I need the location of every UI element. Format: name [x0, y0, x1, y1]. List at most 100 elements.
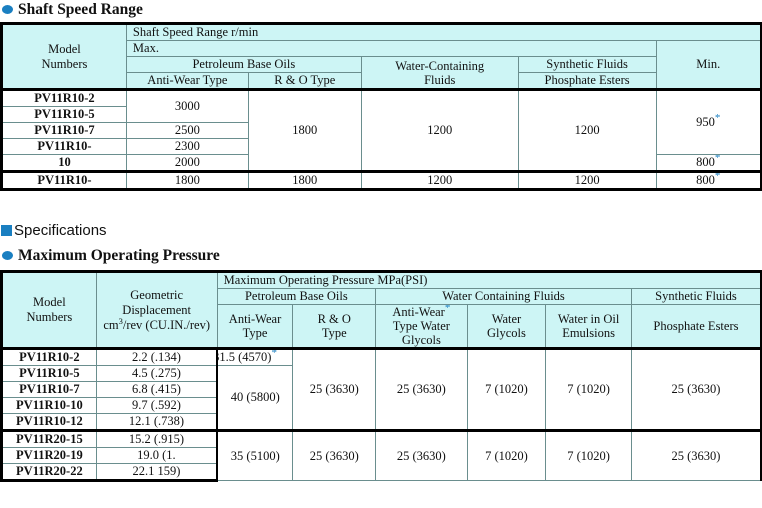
header-r-and-o-type: R & O Type — [247, 72, 362, 90]
cell-aw-water-glycols: 25 (3630) — [375, 347, 468, 431]
cell-model: PV11R20-19 — [0, 447, 97, 464]
cell-model: PV11R10-5 — [0, 106, 127, 123]
r-and-o-type-line1: R & O — [317, 312, 351, 326]
aw-water-glycols-line2: Type Water — [392, 319, 450, 333]
header-phosphate-esters: Phosphate Esters — [630, 304, 762, 349]
maximum-operating-pressure-table: Model Numbers Geometric Displacement cm3… — [0, 270, 762, 482]
model-numbers-line1: Model — [33, 295, 66, 309]
header-model-numbers: Model Numbers — [0, 22, 127, 90]
header-model-numbers: Model Numbers — [0, 270, 97, 349]
asterisk-mark-icon: * — [714, 171, 721, 182]
oval-bullet-icon — [2, 251, 13, 261]
cell-water-glycols: 7 (1020) — [466, 347, 547, 431]
table-row: PV11R10-2 3000 1800 1200 1200 950* — [0, 88, 762, 172]
section-heading-maximum-operating-pressure: Maximum Operating Pressure — [2, 248, 220, 264]
cell-model: PV11R20-15 — [0, 429, 97, 448]
cell-synthetic: 1200 — [517, 170, 657, 191]
cell-min-value: 950 — [696, 115, 715, 129]
cell-phosphate-esters: 25 (3630) — [630, 347, 762, 431]
header-geometric-displacement: Geometric Displacement cm3/rev (CU.IN./r… — [95, 270, 218, 349]
header-synthetic-fluids: Synthetic Fluids — [630, 288, 762, 305]
asterisk-mark-icon: * — [271, 348, 277, 359]
water-in-oil-line2: Emulsions — [562, 326, 615, 340]
cell-water-in-oil: 7 (1020) — [545, 347, 632, 431]
water-in-oil-line1: Water in Oil — [557, 312, 620, 326]
aw-water-glycols-line1-text: Anti-Wear — [392, 305, 445, 320]
cell-anti-wear: 2300 — [125, 138, 249, 155]
asterisk-mark-icon: * — [714, 154, 721, 164]
anti-wear-type-line1: Anti-Wear — [228, 312, 282, 326]
cell-anti-wear: 40 (5800) — [216, 365, 294, 431]
table-row: PV11R20-15 15.2 (.915) 35 (5100) 25 (363… — [0, 429, 762, 481]
cell-model: PV11R10-5 — [0, 365, 97, 382]
header-anti-wear-type-water-glycols: Anti-Wear* Type Water Glycols — [375, 304, 468, 349]
geometric-displacement-line2: Displacement — [122, 302, 192, 317]
header-water-glycols: Water Glycols — [466, 304, 547, 349]
model-numbers-line1: Model — [48, 41, 81, 56]
cell-displacement: 4.5 (.275) — [95, 365, 219, 382]
section-heading-label: Specifications — [14, 222, 107, 239]
cell-displacement: 6.8 (.415) — [95, 381, 219, 398]
cell-min-value: 800 — [696, 155, 715, 170]
water-containing-fluids-line2: Fluids — [424, 72, 456, 87]
cell-anti-wear-value: 31.5 (4570) — [217, 350, 272, 365]
cell-displacement: 9.7 (.592) — [95, 397, 219, 414]
cell-anti-wear: 1800 — [125, 170, 249, 191]
asterisk-mark-icon: * — [714, 111, 721, 124]
section-heading-label: Shaft Speed Range — [18, 1, 143, 18]
header-petroleum-base-oils: Petroleum Base Oils — [125, 56, 362, 73]
geometric-displacement-line1: Geometric — [130, 287, 184, 302]
shaft-speed-range-table-body: PV11R10-2 3000 1800 1200 1200 950* PV11R… — [0, 88, 762, 191]
cell-aw-water-glycols: 25 (3630) — [375, 429, 468, 481]
cell-synthetic: 1200 — [517, 88, 657, 172]
unit-cm: cm — [103, 317, 119, 332]
cell-anti-wear: 31.5 (4570)* — [216, 347, 294, 366]
cell-r-and-o: 1800 — [247, 88, 362, 172]
cell-water-in-oil: 7 (1020) — [545, 429, 632, 481]
cell-model: PV11R10-7 — [0, 381, 97, 398]
asterisk-mark-icon: * — [444, 304, 451, 314]
cell-min: 950* — [655, 88, 762, 155]
cell-model: PV11R10-12 — [0, 413, 97, 431]
header-petroleum-base-oils: Petroleum Base Oils — [216, 288, 377, 305]
cell-displacement: 22.1 159) — [95, 463, 219, 482]
cell-r-and-o: 1800 — [247, 170, 362, 191]
header-water-containing-fluids: Water Containing Fluids — [375, 288, 632, 305]
section-heading-label: Maximum Operating Pressure — [18, 247, 220, 264]
cell-water-containing: 1200 — [360, 170, 519, 191]
header-min: Min. — [655, 40, 762, 90]
cell-model: 10 — [0, 154, 127, 172]
shaft-speed-range-table: Model Numbers Shaft Speed Range r/min Ma… — [0, 22, 762, 191]
page-root: Shaft Speed Range Model Numbers Shaft Sp… — [0, 0, 762, 508]
cell-displacement: 15.2 (.915) — [95, 429, 219, 448]
header-max-operating-pressure-spanner: Maximum Operating Pressure MPa(PSI) — [216, 270, 762, 289]
table-row: PV11R10- 1800 1800 1200 1200 800* — [0, 170, 762, 191]
header-anti-wear-type: Anti-Wear Type — [216, 304, 294, 349]
cell-anti-wear: 35 (5100) — [216, 429, 294, 481]
cell-r-and-o: 25 (3630) — [292, 429, 377, 481]
unit-rest: /rev (CU.IN./rev) — [122, 317, 210, 332]
cell-phosphate-esters: 25 (3630) — [630, 429, 762, 481]
cell-r-and-o: 25 (3630) — [292, 347, 377, 431]
square-bullet-icon — [1, 225, 12, 236]
cell-model: PV11R10-2 — [0, 88, 127, 107]
water-glycols-line2: Glycols — [487, 326, 526, 340]
header-shaft-speed-spanner: Shaft Speed Range r/min — [125, 22, 762, 41]
cell-model: PV11R10- — [0, 138, 127, 155]
water-glycols-line1: Water — [491, 312, 522, 326]
oval-bullet-icon — [2, 5, 13, 15]
maximum-operating-pressure-table-container: Model Numbers Geometric Displacement cm3… — [0, 270, 762, 482]
water-containing-fluids-line1: Water-Containing — [395, 58, 485, 73]
header-anti-wear-type: Anti-Wear Type — [125, 72, 249, 90]
geometric-displacement-line3: cm3/rev (CU.IN./rev) — [99, 316, 215, 333]
cell-anti-wear: 2500 — [125, 122, 249, 139]
cell-displacement: 2.2 (.134) — [95, 347, 219, 366]
header-water-containing-fluids: Water-Containing Fluids — [360, 56, 519, 90]
cell-model: PV11R10-2 — [0, 347, 97, 366]
header-r-and-o-type: R & O Type — [292, 304, 377, 349]
cell-model: PV11R10-10 — [0, 397, 97, 414]
table-row: PV11R10-2 2.2 (.134) 31.5 (4570)* 25 (36… — [0, 347, 762, 431]
header-max-label: Max. — [125, 40, 657, 57]
section-heading-specifications: Specifications — [1, 223, 107, 238]
shaft-speed-range-table-container: Model Numbers Shaft Speed Range r/min Ma… — [0, 22, 762, 191]
